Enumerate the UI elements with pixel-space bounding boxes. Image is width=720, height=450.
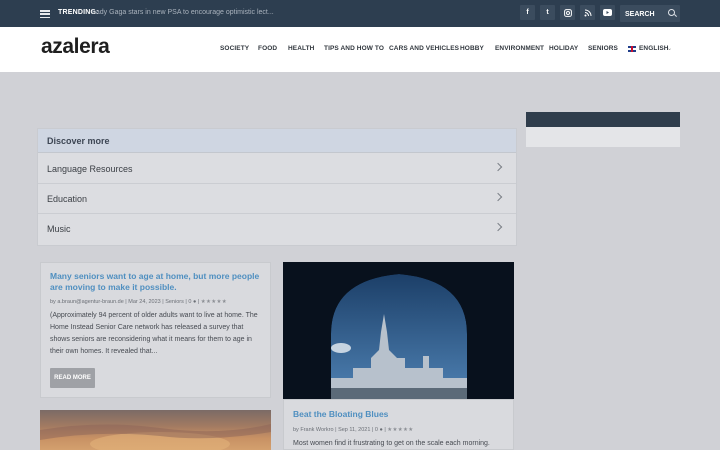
rss-icon[interactable] (580, 5, 595, 20)
chevron-right-icon (493, 162, 503, 172)
facebook-icon[interactable]: f (520, 5, 535, 20)
chevron-right-icon (493, 222, 503, 232)
post-meta: by Frank Workro | Sep 11, 2021 | 0 ● | ★… (293, 427, 414, 433)
hamburger-menu-icon[interactable] (40, 10, 50, 18)
instagram-icon[interactable] (560, 5, 575, 20)
post-author-link[interactable]: a.braun@agentur-braun.de (57, 299, 123, 305)
nav-item-health[interactable]: HEALTH (288, 45, 314, 52)
post-featured-image[interactable] (283, 262, 514, 399)
nav-item-environment[interactable]: ENVIRONMENT (495, 45, 544, 52)
discover-item-label: Music (47, 224, 71, 234)
post-excerpt: (Approximately 94 percent of older adult… (50, 312, 258, 355)
discover-item-music[interactable]: Music (38, 214, 516, 244)
search-box[interactable] (620, 5, 680, 22)
discover-header: Discover more (38, 129, 516, 153)
post-excerpt: Most women find it frustrating to get on… (293, 440, 490, 447)
discover-item-label: Education (47, 194, 88, 204)
post-featured-image[interactable] (40, 410, 271, 450)
search-icon[interactable] (668, 9, 675, 16)
trending-headline-link[interactable]: Lady Gaga stars in new PSA to encourage … (92, 9, 274, 16)
post-comment-count[interactable]: 0 (375, 427, 378, 433)
search-input[interactable] (625, 9, 665, 19)
nav-item-cars[interactable]: CARS AND VEHICLES (389, 45, 459, 52)
nav-item-food[interactable]: FOOD (258, 45, 277, 52)
nav-item-seniors[interactable]: SENIORS (588, 45, 618, 52)
discover-item-language-resources[interactable]: Language Resources (38, 154, 516, 184)
discover-item-education[interactable]: Education (38, 184, 516, 214)
post-title-link[interactable]: Beat the Bloating Blues (293, 409, 503, 420)
twitter-icon[interactable]: t (540, 5, 555, 20)
youtube-icon[interactable] (600, 5, 615, 20)
sidebar-widget (526, 112, 680, 147)
chevron-down-icon: ⌄ (667, 46, 673, 52)
top-bar: TRENDING: Lady Gaga stars in new PSA to … (0, 0, 720, 27)
post-comment-count[interactable]: 0 (188, 299, 191, 305)
nav-item-holiday[interactable]: HOLIDAY (549, 45, 578, 52)
post-meta: by a.braun@agentur-braun.de | Mar 24, 20… (50, 299, 227, 305)
sidebar-widget-header (526, 112, 680, 127)
post-date: Mar 24, 2023 (128, 299, 161, 305)
nav-item-hobby[interactable]: HOBBY (460, 45, 484, 52)
rating-stars: ★★★★★ (387, 427, 414, 433)
read-more-button[interactable]: READ MORE (50, 368, 95, 388)
discover-more-panel: Discover more Language Resources Educati… (37, 128, 517, 246)
nav-item-society[interactable]: SOCIETY (220, 45, 249, 52)
language-selector[interactable]: ENGLISH (639, 45, 669, 52)
post-title-link[interactable]: Many seniors want to age at home, but mo… (50, 271, 260, 293)
rating-stars: ★★★★★ (200, 299, 227, 305)
discover-item-label: Language Resources (47, 164, 133, 174)
nav-item-tips[interactable]: TIPS AND HOW TO (324, 45, 384, 52)
post-date: Sep 11, 2021 (338, 427, 371, 433)
post-author-link[interactable]: Frank Workro (300, 427, 333, 433)
uk-flag-icon (628, 46, 636, 52)
post-category-link[interactable]: Seniors (165, 299, 184, 305)
discover-title: Discover more (47, 136, 110, 146)
site-logo[interactable]: azalera (41, 35, 110, 59)
chevron-right-icon (493, 192, 503, 202)
